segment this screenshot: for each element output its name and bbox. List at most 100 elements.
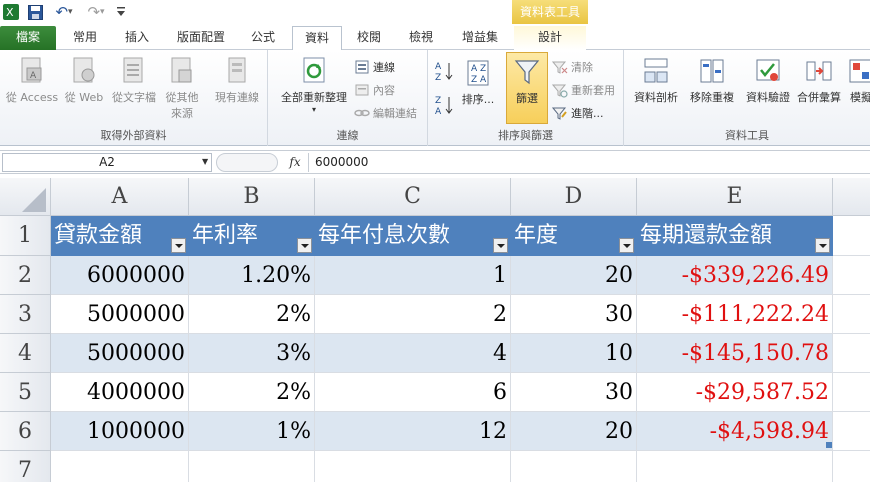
cell-d4[interactable]: 10 <box>511 334 637 373</box>
cell-a5[interactable]: 4000000 <box>51 373 189 412</box>
sort-desc-button[interactable]: ZA <box>434 94 456 116</box>
select-all-corner[interactable] <box>0 178 51 216</box>
formula-input[interactable]: 6000000 <box>308 153 868 172</box>
sort-button[interactable]: A ZZ A 排序... <box>458 58 498 107</box>
save-icon[interactable] <box>26 3 44 21</box>
cell-d3[interactable]: 30 <box>511 295 637 334</box>
text-to-columns-button[interactable]: 資料剖析 <box>630 56 682 105</box>
filter-dropdown-icon[interactable] <box>493 238 508 253</box>
cell-a3[interactable]: 5000000 <box>51 295 189 334</box>
cell-e6[interactable]: -$4,598.94 <box>637 412 833 451</box>
cell-f3[interactable] <box>833 295 870 334</box>
cell-b7[interactable] <box>189 451 315 482</box>
cell-d2[interactable]: 20 <box>511 256 637 295</box>
filter-button[interactable]: 篩選 <box>506 52 548 124</box>
cell-d5[interactable]: 30 <box>511 373 637 412</box>
table-header-payment[interactable]: 每期還款金額 <box>637 216 833 256</box>
existing-connections-button[interactable]: 現有連線 <box>210 56 264 105</box>
column-header-c[interactable]: C <box>315 178 511 216</box>
properties-button[interactable]: 內容 <box>354 81 395 99</box>
cell-c7[interactable] <box>315 451 511 482</box>
tab-file[interactable]: 檔案 <box>0 26 56 50</box>
cell-b5[interactable]: 2% <box>189 373 315 412</box>
excel-logo-icon[interactable]: X <box>2 3 20 21</box>
cell-a7[interactable] <box>51 451 189 482</box>
filter-dropdown-icon[interactable] <box>171 238 186 253</box>
name-box-dropdown-icon[interactable]: ▼ <box>202 157 208 166</box>
cell-b2[interactable]: 1.20% <box>189 256 315 295</box>
from-other-sources-button[interactable]: 從其他 來源 <box>160 56 204 121</box>
cell-e4[interactable]: -$145,150.78 <box>637 334 833 373</box>
row-header-5[interactable]: 5 <box>0 373 51 412</box>
row-header-3[interactable]: 3 <box>0 295 51 334</box>
edit-links-button[interactable]: 編輯連結 <box>354 104 417 122</box>
cell-b6[interactable]: 1% <box>189 412 315 451</box>
reapply-button[interactable]: 重新套用 <box>552 81 615 99</box>
tab-data[interactable]: 資料 <box>292 26 342 51</box>
connections-button[interactable]: 連線 <box>354 58 395 76</box>
cell-c2[interactable]: 1 <box>315 256 511 295</box>
cell-f6[interactable] <box>833 412 870 451</box>
cell-f4[interactable] <box>833 334 870 373</box>
cell-c5[interactable]: 6 <box>315 373 511 412</box>
data-validation-button[interactable]: 資料驗證 <box>740 56 796 105</box>
cell-e3[interactable]: -$111,222.24 <box>637 295 833 334</box>
name-box[interactable]: A2 <box>2 153 212 172</box>
tab-home[interactable]: 常用 <box>62 26 108 50</box>
tab-design[interactable]: 設計 <box>514 26 586 50</box>
filter-dropdown-icon[interactable] <box>815 238 830 253</box>
cell-a2[interactable]: 6000000 <box>51 256 189 295</box>
cell-e5[interactable]: -$29,587.52 <box>637 373 833 412</box>
cell-a4[interactable]: 5000000 <box>51 334 189 373</box>
column-header-f[interactable] <box>833 178 870 216</box>
from-text-button[interactable]: 從文字檔 <box>108 56 160 105</box>
tab-review[interactable]: 校閱 <box>346 26 392 50</box>
cell-f5[interactable] <box>833 373 870 412</box>
cell-b4[interactable]: 3% <box>189 334 315 373</box>
cell-d7[interactable] <box>511 451 637 482</box>
insert-function-button[interactable]: fx <box>284 153 306 172</box>
clear-filter-button[interactable]: 清除 <box>552 58 593 76</box>
undo-icon[interactable]: ↶ ▾ <box>50 3 78 21</box>
from-web-button[interactable]: 從 Web <box>62 56 106 105</box>
tab-formulas[interactable]: 公式 <box>240 26 286 50</box>
consolidate-button[interactable]: 合併彙算 <box>794 56 844 105</box>
cell-c4[interactable]: 4 <box>315 334 511 373</box>
refresh-all-button[interactable]: 全部重新整理 ▾ <box>274 56 354 114</box>
cell-b3[interactable]: 2% <box>189 295 315 334</box>
cell-f1[interactable] <box>833 216 870 256</box>
row-header-1[interactable]: 1 <box>0 216 51 256</box>
formula-bar-splitter[interactable] <box>216 153 278 172</box>
cell-d6[interactable]: 20 <box>511 412 637 451</box>
tab-view[interactable]: 檢視 <box>398 26 444 50</box>
filter-dropdown-icon[interactable] <box>297 238 312 253</box>
row-header-6[interactable]: 6 <box>0 412 51 451</box>
redo-icon[interactable]: ↷ ▾ <box>82 3 110 21</box>
table-header-loan-amount[interactable]: 貸款金額 <box>51 216 189 256</box>
sort-asc-button[interactable]: AZ <box>434 60 456 82</box>
filter-dropdown-icon[interactable] <box>619 238 634 253</box>
table-header-years[interactable]: 年度 <box>511 216 637 256</box>
cell-c6[interactable]: 12 <box>315 412 511 451</box>
tab-add-ins[interactable]: 增益集 <box>452 26 508 50</box>
column-header-a[interactable]: A <box>51 178 189 216</box>
column-header-e[interactable]: E <box>637 178 833 216</box>
remove-duplicates-button[interactable]: 移除重複 <box>684 56 740 105</box>
advanced-filter-button[interactable]: 進階... <box>552 104 604 122</box>
cell-e7[interactable] <box>637 451 833 482</box>
cell-e2[interactable]: -$339,226.49 <box>637 256 833 295</box>
tab-insert[interactable]: 插入 <box>114 26 160 50</box>
what-if-analysis-button[interactable]: 模擬 <box>846 56 870 105</box>
table-resize-handle[interactable] <box>826 442 832 448</box>
column-header-d[interactable]: D <box>511 178 637 216</box>
cell-a6[interactable]: 1000000 <box>51 412 189 451</box>
customize-qat-icon[interactable] <box>114 3 128 21</box>
cell-f2[interactable] <box>833 256 870 295</box>
from-access-button[interactable]: A 從 Access <box>4 56 60 105</box>
column-header-b[interactable]: B <box>189 178 315 216</box>
row-header-4[interactable]: 4 <box>0 334 51 373</box>
tab-page-layout[interactable]: 版面配置 <box>168 26 234 50</box>
table-header-payments-per-year[interactable]: 每年付息次數 <box>315 216 511 256</box>
row-header-2[interactable]: 2 <box>0 256 51 295</box>
cell-c3[interactable]: 2 <box>315 295 511 334</box>
